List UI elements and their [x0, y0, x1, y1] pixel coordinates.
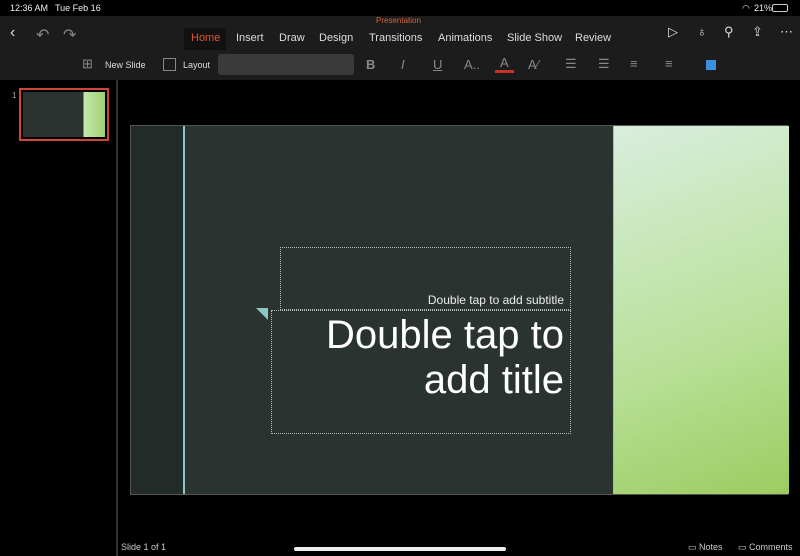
more-icon[interactable]: ⋯ — [780, 24, 793, 40]
play-icon[interactable]: ▷ — [668, 24, 678, 40]
date: Tue Feb 16 — [55, 3, 101, 13]
comments-button[interactable]: ▭ Comments — [738, 542, 793, 553]
time: 12:36 AM — [10, 3, 49, 13]
slide-accent-line — [183, 126, 185, 494]
bullets-icon[interactable]: ☰ — [565, 56, 577, 72]
tab-home[interactable]: Home — [184, 28, 226, 50]
doc-title: Presentation — [376, 16, 421, 25]
wifi-icon: ◠ — [742, 3, 750, 13]
font-color-button[interactable]: A — [500, 55, 509, 70]
slide-left-band — [131, 126, 183, 494]
highlight-icon[interactable]: A⁄ — [528, 57, 539, 72]
slide-thumbnail[interactable] — [19, 88, 109, 141]
triangle-decoration — [256, 308, 268, 320]
tab-insert[interactable]: Insert — [236, 32, 264, 44]
subtitle-placeholder[interactable]: Double tap to add subtitle — [280, 247, 571, 310]
ribbon-toolbar: ⊞ New Slide Layout B I U A.. A A⁄ ☰ ☰ ≡ … — [0, 50, 800, 80]
line-spacing-icon[interactable]: ≡ — [630, 56, 638, 71]
undo-icon[interactable]: ↶ — [36, 25, 49, 45]
slide-green-panel — [613, 126, 789, 494]
tab-slide-show[interactable]: Slide Show — [507, 32, 562, 44]
status-bar: 12:36 AM Tue Feb 16 ◠ 21% — [0, 0, 800, 16]
comments-label: Comments — [749, 542, 793, 552]
title-placeholder[interactable]: Double tap to add title — [271, 310, 571, 434]
slide-canvas[interactable]: Double tap to add subtitle Double tap to… — [130, 125, 789, 495]
tab-draw[interactable]: Draw — [279, 32, 305, 44]
battery: 21% — [754, 3, 773, 13]
new-slide-button[interactable]: New Slide — [105, 60, 146, 70]
back-icon[interactable]: ‹ — [10, 24, 15, 42]
underline-button[interactable]: U — [433, 57, 442, 72]
notes-label: Notes — [699, 542, 723, 552]
lightbulb-icon[interactable]: ♁ — [697, 24, 707, 39]
font-name-field[interactable] — [218, 54, 354, 75]
layout-icon — [163, 58, 176, 71]
bold-button[interactable]: B — [366, 57, 375, 72]
font-color-swatch — [495, 70, 514, 73]
share-icon[interactable]: ⇪ — [752, 24, 763, 40]
subtitle-text: Double tap to add subtitle — [427, 293, 564, 307]
notes-button[interactable]: ▭ Notes — [688, 542, 723, 553]
panel-divider[interactable] — [116, 80, 118, 556]
numbering-icon[interactable]: ☰ — [598, 56, 610, 72]
battery-icon — [772, 4, 788, 12]
tab-review[interactable]: Review — [575, 32, 611, 44]
title-text: Double tap to add title — [326, 313, 564, 402]
new-slide-icon: ⊞ — [82, 56, 93, 71]
redo-icon[interactable]: ↷ — [63, 25, 76, 45]
home-indicator — [294, 547, 506, 551]
thumb-number: 1 — [12, 91, 17, 100]
font-size-button[interactable]: A.. — [464, 57, 480, 72]
italic-button[interactable]: I — [401, 57, 405, 72]
tab-animations[interactable]: Animations — [438, 32, 492, 44]
slide-count: Slide 1 of 1 — [121, 542, 167, 552]
search-icon[interactable]: ⚲ — [724, 24, 734, 40]
layout-button[interactable]: Layout — [183, 60, 210, 70]
title-bar: Presentation ‹ ↶ ↷ Home Insert Draw Desi… — [0, 16, 800, 50]
shapes-icon[interactable] — [706, 60, 716, 70]
tab-design[interactable]: Design — [319, 32, 353, 44]
tab-transitions[interactable]: Transitions — [369, 32, 422, 44]
align-icon[interactable]: ≡ — [665, 56, 673, 71]
